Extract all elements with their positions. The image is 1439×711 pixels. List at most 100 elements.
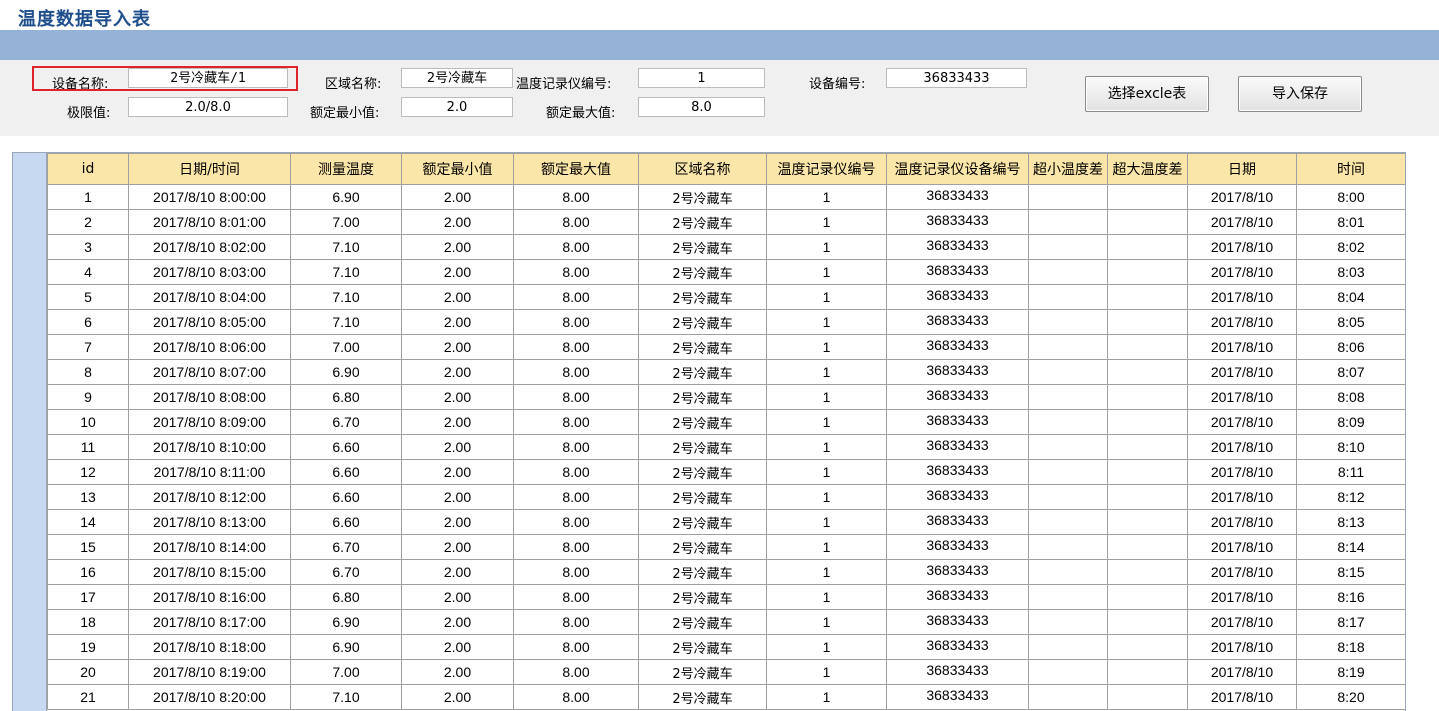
column-header[interactable]: 时间 [1296,153,1405,185]
table-cell[interactable]: 6.70 [290,409,402,435]
table-cell[interactable]: 17 [47,584,129,610]
table-cell[interactable]: 2017/8/10 8:07:00 [128,359,291,385]
table-cell[interactable]: 6 [47,309,129,335]
table-cell[interactable]: 2号冷藏车 [638,509,767,535]
table-cell[interactable]: 2017/8/10 [1187,209,1297,235]
table-cell[interactable]: 2.00 [401,634,514,660]
table-cell[interactable]: 8.00 [513,384,639,410]
table-cell[interactable]: 1 [766,209,887,235]
table-cell[interactable]: 1 [766,609,887,635]
table-row[interactable]: 10 2017/8/10 8:09:00 6.70 2.00 8.00 2号冷藏车 1 368… [47,409,1405,435]
table-cell[interactable]: 1 [766,384,887,410]
table-cell[interactable]: 2.00 [401,559,514,585]
table-cell[interactable]: 8:04 [1296,284,1405,310]
table-row[interactable]: 19 2017/8/10 8:18:00 6.90 2.00 8.00 2号冷藏车 1 368… [47,634,1405,660]
table-cell[interactable]: 7.10 [290,284,402,310]
table-cell[interactable]: 2号冷藏车 [638,284,767,310]
table-cell[interactable]: 8.00 [513,234,639,260]
table-cell[interactable]: 8:12 [1296,484,1405,510]
column-header[interactable]: 超小温度差 [1028,153,1108,185]
table-cell[interactable]: 7.00 [290,209,402,235]
table-cell[interactable]: 6.90 [290,634,402,660]
table-cell[interactable]: 1 [766,584,887,610]
table-cell[interactable]: 1 [766,534,887,560]
table-cell[interactable]: 2017/8/10 [1187,534,1297,560]
table-cell[interactable]: 6.80 [290,384,402,410]
table-cell[interactable]: 8:08 [1296,384,1405,410]
table-cell[interactable]: 8.00 [513,609,639,635]
table-row[interactable]: 11 2017/8/10 8:10:00 6.60 2.00 8.00 2号冷藏车 1 368… [47,434,1405,460]
table-cell[interactable]: 7.10 [290,234,402,260]
table-cell[interactable]: 2.00 [401,609,514,635]
table-cell[interactable]: 2.00 [401,659,514,685]
table-cell[interactable]: 8.00 [513,484,639,510]
table-cell[interactable] [1028,184,1108,210]
table-row[interactable]: 17 2017/8/10 8:16:00 6.80 2.00 8.00 2号冷藏车 1 368… [47,584,1405,610]
table-cell[interactable] [1107,359,1188,385]
table-cell[interactable]: 8.00 [513,284,639,310]
table-cell[interactable]: 2.00 [401,459,514,485]
table-row[interactable]: 4 2017/8/10 8:03:00 7.10 2.00 8.00 2号冷藏车 1 3683… [47,259,1405,285]
table-cell[interactable]: 6.60 [290,434,402,460]
table-cell[interactable]: 8:11 [1296,459,1405,485]
table-cell[interactable]: 15 [47,534,129,560]
table-cell[interactable]: 8.00 [513,309,639,335]
table-cell[interactable]: 2017/8/10 [1187,559,1297,585]
table-cell[interactable]: 8.00 [513,334,639,360]
table-cell[interactable]: 2017/8/10 [1187,309,1297,335]
table-cell[interactable]: 2017/8/10 [1187,234,1297,260]
table-cell[interactable]: 2号冷藏车 [638,559,767,585]
table-cell[interactable]: 2号冷藏车 [638,334,767,360]
table-cell[interactable] [1028,484,1108,510]
table-cell[interactable] [1107,334,1188,360]
table-cell[interactable] [1028,209,1108,235]
table-cell[interactable]: 2017/8/10 [1187,484,1297,510]
table-cell[interactable]: 36833433 [886,334,1029,360]
table-cell[interactable]: 6.90 [290,359,402,385]
table-row[interactable]: 3 2017/8/10 8:02:00 7.10 2.00 8.00 2号冷藏车 1 3683… [47,234,1405,260]
table-cell[interactable]: 2.00 [401,259,514,285]
table-cell[interactable] [1107,234,1188,260]
table-cell[interactable]: 1 [47,184,129,210]
table-cell[interactable]: 2017/8/10 [1187,359,1297,385]
table-cell[interactable]: 21 [47,684,129,710]
table-cell[interactable]: 16 [47,559,129,585]
table-cell[interactable]: 2.00 [401,184,514,210]
table-cell[interactable] [1028,384,1108,410]
table-cell[interactable]: 2.00 [401,684,514,710]
table-cell[interactable]: 7.10 [290,684,402,710]
table-cell[interactable]: 7.00 [290,659,402,685]
table-cell[interactable]: 2.00 [401,409,514,435]
table-cell[interactable]: 2号冷藏车 [638,184,767,210]
table-cell[interactable]: 36833433 [886,559,1029,585]
table-cell[interactable] [1028,609,1108,635]
table-cell[interactable]: 2.00 [401,509,514,535]
table-cell[interactable]: 2017/8/10 [1187,459,1297,485]
table-row[interactable]: 18 2017/8/10 8:17:00 6.90 2.00 8.00 2号冷藏车 1 368… [47,609,1405,635]
table-cell[interactable]: 2017/8/10 [1187,184,1297,210]
table-cell[interactable] [1107,409,1188,435]
table-row[interactable]: 12 2017/8/10 8:11:00 6.60 2.00 8.00 2号冷藏车 1 368… [47,459,1405,485]
table-cell[interactable]: 2号冷藏车 [638,309,767,335]
table-cell[interactable]: 2017/8/10 8:02:00 [128,234,291,260]
table-row[interactable]: 7 2017/8/10 8:06:00 7.00 2.00 8.00 2号冷藏车 1 3683… [47,334,1405,360]
table-cell[interactable] [1028,259,1108,285]
column-header[interactable]: id [47,153,129,185]
table-cell[interactable]: 36833433 [886,509,1029,535]
table-cell[interactable]: 36833433 [886,459,1029,485]
table-cell[interactable]: 7.10 [290,309,402,335]
table-row[interactable]: 8 2017/8/10 8:07:00 6.90 2.00 8.00 2号冷藏车 1 3683… [47,359,1405,385]
table-cell[interactable]: 1 [766,309,887,335]
table-cell[interactable]: 19 [47,634,129,660]
table-cell[interactable] [1028,284,1108,310]
table-cell[interactable]: 7.00 [290,334,402,360]
table-cell[interactable]: 2号冷藏车 [638,434,767,460]
table-cell[interactable]: 2017/8/10 8:15:00 [128,559,291,585]
table-cell[interactable]: 36833433 [886,384,1029,410]
table-cell[interactable]: 12 [47,459,129,485]
table-cell[interactable]: 2017/8/10 8:00:00 [128,184,291,210]
column-header[interactable]: 温度记录仪编号 [766,153,887,185]
area-name-field[interactable]: 2号冷藏车 [401,68,513,88]
table-cell[interactable]: 8:14 [1296,534,1405,560]
table-cell[interactable] [1107,184,1188,210]
